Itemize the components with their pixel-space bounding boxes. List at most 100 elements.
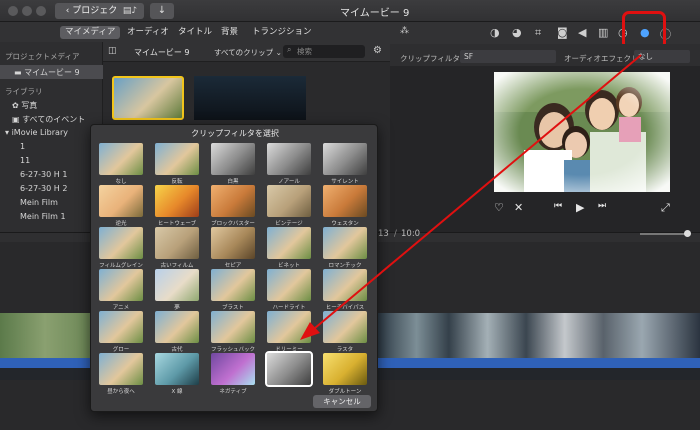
- sidebar-item-all-events[interactable]: ▣ すべてのイベント: [12, 114, 85, 125]
- filter-tile[interactable]: 昼から夜へ: [99, 353, 143, 395]
- heart-icon[interactable]: ♡: [494, 201, 504, 214]
- filter-tile[interactable]: フラッシュバック: [211, 311, 255, 353]
- clip-thumbnail[interactable]: [194, 76, 306, 120]
- volume-icon[interactable]: ◀: [578, 26, 586, 39]
- filter-tile[interactable]: ロマンチック: [323, 227, 367, 269]
- filter-thumbnail: [211, 353, 255, 385]
- filter-tile[interactable]: ビンテージ: [267, 185, 311, 227]
- tab-backgrounds[interactable]: 背景: [216, 26, 243, 39]
- filter-label: ブロックバスター: [211, 221, 255, 227]
- magic-wand-icon[interactable]: ⁂: [400, 26, 409, 36]
- zoom-window-button[interactable]: [36, 6, 46, 16]
- filter-tile[interactable]: サイレント: [323, 143, 367, 185]
- timeline-clip[interactable]: [378, 313, 700, 358]
- filter-thumbnail: [99, 143, 143, 175]
- filter-tile[interactable]: ビネット: [267, 227, 311, 269]
- filter-label: ハードライト: [272, 305, 306, 311]
- sidebar-event-item[interactable]: 6-27-30 H 1: [20, 170, 67, 179]
- chevron-down-icon: ⌄: [273, 48, 282, 57]
- timeline-clip[interactable]: [0, 313, 90, 358]
- window-title: マイムービー 9: [340, 8, 410, 19]
- photos-icon: ✿: [12, 101, 22, 110]
- sidebar-item-imovie-library[interactable]: ▾ iMovie Library: [5, 128, 68, 137]
- reject-icon[interactable]: ✕: [514, 201, 523, 214]
- filter-tile[interactable]: ラスタ: [323, 311, 367, 353]
- cancel-button[interactable]: キャンセル: [313, 395, 371, 408]
- filter-tile[interactable]: ヒーチバイパス: [323, 269, 367, 311]
- filter-tile[interactable]: X 線: [155, 353, 199, 395]
- skip-back-icon[interactable]: ⏮: [554, 201, 562, 211]
- filter-tile[interactable]: 逆光: [99, 185, 143, 227]
- zoom-slider[interactable]: [640, 233, 690, 235]
- filter-label: ヒートウェーブ: [157, 221, 197, 227]
- filter-label: 古代: [171, 347, 183, 353]
- filter-label: ビンテージ: [275, 221, 303, 227]
- gear-icon[interactable]: ⚙: [373, 45, 382, 56]
- filter-tile[interactable]: 古代: [155, 311, 199, 353]
- filter-tile[interactable]: セピア: [211, 227, 255, 269]
- filter-tile[interactable]: アニメ: [99, 269, 143, 311]
- color-balance-icon[interactable]: ◑: [490, 26, 500, 39]
- sidebar-event-item[interactable]: 11: [20, 156, 30, 165]
- filter-thumbnail: [211, 227, 255, 259]
- filter-tile[interactable]: ブロックバスター: [211, 185, 255, 227]
- search-input[interactable]: 検索: [283, 45, 365, 58]
- clip-filter-label: クリップフィルタ：: [400, 54, 468, 63]
- filter-tile[interactable]: ハードライト: [267, 269, 311, 311]
- filter-tile[interactable]: 白黒: [211, 143, 255, 185]
- sidebar-item-photos[interactable]: ✿ 写真: [12, 100, 37, 111]
- sidebar-event-item[interactable]: 6-27-30 H 2: [20, 184, 67, 193]
- filter-tile[interactable]: 夢: [155, 269, 199, 311]
- filter-label: 反転: [171, 179, 183, 185]
- filter-label: 古いフィルム: [160, 263, 194, 269]
- sidebar-event-item[interactable]: Mein Film 1: [20, 212, 66, 221]
- skip-forward-icon[interactable]: ⏭: [598, 201, 606, 211]
- filter-tile[interactable]: フィルムグレイン: [99, 227, 143, 269]
- tab-audio[interactable]: オーディオ: [122, 26, 174, 39]
- filter-thumbnail: [155, 185, 199, 217]
- tab-transitions[interactable]: トランジション: [247, 26, 317, 39]
- filter-thumbnail: [99, 185, 143, 217]
- filter-label: ヒーチバイパス: [325, 305, 365, 311]
- sidebar-event-item[interactable]: Mein Film: [20, 198, 58, 207]
- filter-tile[interactable]: ダブルトーン: [323, 353, 367, 395]
- sidebar-event-item[interactable]: 1: [20, 142, 25, 151]
- import-button[interactable]: ↓: [150, 3, 174, 19]
- tab-my-media[interactable]: マイメディア: [60, 26, 121, 39]
- crop-icon[interactable]: ⌗: [535, 26, 541, 40]
- filter-tile[interactable]: ブラスト: [211, 269, 255, 311]
- media-browser-button[interactable]: ▤♪: [116, 3, 144, 19]
- filter-label: 昼から夜へ: [107, 389, 135, 395]
- clips-dropdown[interactable]: すべてのクリップ ⌄: [214, 47, 282, 58]
- sidebar-item-project[interactable]: ▬ マイムービー 9: [14, 67, 80, 78]
- tab-titles[interactable]: タイトル: [173, 26, 217, 39]
- fullscreen-icon[interactable]: ⤢: [661, 201, 670, 215]
- filter-tile[interactable]: [265, 351, 313, 387]
- color-correction-icon[interactable]: ◕: [512, 26, 522, 39]
- filter-thumbnail: [267, 185, 311, 217]
- filter-tile[interactable]: ノアール: [267, 143, 311, 185]
- filter-tile[interactable]: ドリーミー: [267, 311, 311, 353]
- stabilization-icon[interactable]: ◙: [557, 26, 568, 39]
- filter-tile[interactable]: ヒートウェーブ: [155, 185, 199, 227]
- filter-thumbnail: [211, 185, 255, 217]
- filter-label: ダブルトーン: [328, 389, 362, 395]
- clip-thumbnail[interactable]: [112, 76, 184, 120]
- filter-label: グロー: [112, 347, 130, 353]
- minimize-window-button[interactable]: [22, 6, 32, 16]
- filter-tile[interactable]: グロー: [99, 311, 143, 353]
- filter-tile[interactable]: なし: [99, 143, 143, 185]
- filter-tile[interactable]: ウェスタン: [323, 185, 367, 227]
- filter-tile[interactable]: 古いフィルム: [155, 227, 199, 269]
- noise-reduction-icon[interactable]: ▥: [598, 26, 608, 39]
- search-icon: ⌕: [287, 45, 292, 54]
- clip-filter-value[interactable]: SF: [460, 50, 556, 63]
- sidebar-toggle-icon[interactable]: ◫: [108, 46, 117, 56]
- filter-tile[interactable]: 反転: [155, 143, 199, 185]
- close-window-button[interactable]: [8, 6, 18, 16]
- filter-tile[interactable]: ネガティブ: [211, 353, 255, 395]
- zoom-slider-knob[interactable]: [684, 230, 691, 237]
- audio-effect-value[interactable]: なし: [634, 50, 690, 63]
- play-icon[interactable]: ▶: [576, 201, 584, 214]
- filter-label: なし: [115, 179, 127, 185]
